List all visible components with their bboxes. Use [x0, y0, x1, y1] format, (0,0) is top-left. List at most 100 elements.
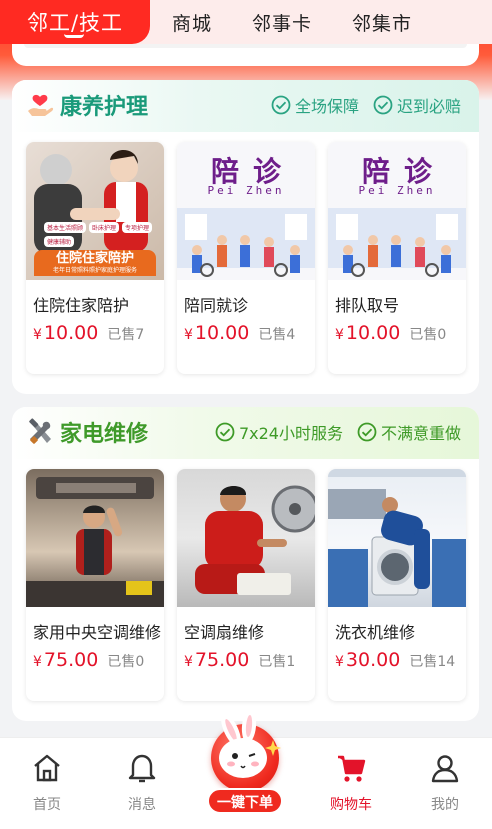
currency-symbol: ¥: [335, 327, 344, 343]
home-icon: [34, 754, 60, 782]
previous-section-card: [12, 44, 479, 66]
repair-section: 家电维修 7x24小时服务 不满意重做 家用中央空调维修 ¥ 75.00 已售0…: [12, 407, 479, 721]
product-name: 住院住家陪护: [33, 296, 130, 315]
rabbit-mascot-icon: [219, 710, 281, 778]
nav-cart-label: 购物车: [330, 797, 372, 813]
price-value: 10.00: [43, 322, 99, 344]
care-section: 康养护理 全场保障 迟到必赔 基本生活照顾 卧床护理 专项护理 健康辅助 住院住…: [12, 80, 479, 394]
nav-home[interactable]: 首页: [12, 752, 82, 814]
tab-mall[interactable]: 商城: [172, 9, 230, 36]
product-price: ¥ 75.00 已售0: [33, 649, 144, 671]
repair-tag-24h-label: 7x24小时服务: [238, 424, 343, 443]
heart-hand-icon: [28, 94, 54, 116]
nav-messages-label: 消息: [128, 797, 156, 813]
service-badges: 基本生活照顾 卧床护理 专项护理 健康辅助: [44, 222, 154, 247]
product-price: ¥ 10.00 已售4: [184, 322, 295, 344]
product-name: 排队取号: [335, 296, 400, 315]
product-image-queue-ticket: 陪诊 Pei Zhen: [328, 142, 466, 280]
technician-photo: [195, 485, 315, 595]
currency-symbol: ¥: [33, 327, 42, 343]
care-section-title-text: 康养护理: [60, 95, 149, 120]
sold-count: 已售4: [258, 327, 296, 343]
product-price: ¥ 30.00 已售14: [335, 649, 455, 671]
repair-tag-24h: 7x24小时服务: [215, 420, 343, 444]
product-banner-subtitle: 老年日常照料照护家庭护理服务: [52, 267, 137, 274]
tab-neighbor-market[interactable]: 邻集市: [352, 9, 430, 36]
currency-symbol: ¥: [33, 654, 42, 670]
nav-profile-label: 我的: [431, 797, 459, 813]
product-name: 家用中央空调维修: [33, 623, 162, 642]
product-card-queue-ticket[interactable]: 陪诊 Pei Zhen 排队取号 ¥ 10.00 已售0: [328, 142, 466, 374]
user-icon: [431, 755, 459, 783]
hospital-illustration: [328, 208, 466, 277]
currency-symbol: ¥: [335, 654, 344, 670]
sold-count: 已售1: [258, 654, 296, 670]
quick-order-label: 一键下单: [207, 788, 283, 814]
care-tags: 全场保障 迟到必赔: [271, 93, 461, 117]
sold-count: 已售0: [107, 654, 145, 670]
product-card-air-cooler[interactable]: 空调扇维修 ¥ 75.00 已售1: [177, 469, 315, 701]
care-tag-guarantee-label: 全场保障: [294, 97, 359, 116]
nav-profile[interactable]: 我的: [410, 752, 480, 814]
price-value: 10.00: [345, 322, 401, 344]
top-tab-bar: 邻工/技工 商城 邻事卡 邻集市: [0, 0, 492, 44]
repair-section-title[interactable]: 家电维修: [26, 417, 148, 447]
repair-item-list: 家用中央空调维修 ¥ 75.00 已售0 空调扇维修 ¥ 75.00 已售1 洗…: [26, 469, 466, 701]
technician-photo: [26, 477, 164, 607]
repair-tags: 7x24小时服务 不满意重做: [215, 420, 461, 444]
product-name: 陪同就诊: [184, 296, 249, 315]
cart-icon: [338, 755, 366, 782]
tab-neighbor-card[interactable]: 邻事卡: [252, 9, 330, 36]
check-circle-icon: [357, 422, 377, 442]
sold-count: 已售0: [409, 327, 447, 343]
product-banner-title: 住院住家陪护: [55, 251, 134, 266]
nav-cart[interactable]: 购物车: [316, 752, 386, 814]
repair-tag-redo: 不满意重做: [357, 420, 461, 444]
care-section-title[interactable]: 康养护理: [26, 90, 148, 120]
tab-workers-label: 邻工/技工: [26, 11, 124, 35]
bell-icon: [128, 754, 156, 783]
product-name: 空调扇维修: [184, 623, 265, 642]
currency-symbol: ¥: [184, 654, 193, 670]
product-image-washing-machine: [328, 469, 466, 607]
check-circle-icon: [271, 95, 291, 115]
repair-section-header: 家电维修 7x24小时服务 不满意重做: [12, 407, 479, 459]
technician-photo: [328, 469, 466, 607]
nav-home-label: 首页: [33, 797, 61, 813]
repair-tag-redo-label: 不满意重做: [380, 424, 461, 443]
product-image-central-ac: [26, 469, 164, 607]
care-section-header: 康养护理 全场保障 迟到必赔: [12, 80, 479, 132]
price-value: 30.00: [345, 649, 401, 671]
price-value: 10.00: [194, 322, 250, 344]
service-badge: 专项护理: [122, 222, 153, 233]
product-card-central-ac[interactable]: 家用中央空调维修 ¥ 75.00 已售0: [26, 469, 164, 701]
care-tag-late: 迟到必赔: [373, 93, 461, 117]
sold-count: 已售7: [107, 327, 145, 343]
hospital-illustration: [177, 208, 315, 277]
price-value: 75.00: [43, 649, 99, 671]
nav-messages[interactable]: 消息: [107, 752, 177, 814]
product-card-accompany-visit[interactable]: 陪诊 Pei Zhen 陪同就诊 ¥ 10.00 已售4: [177, 142, 315, 374]
care-item-list: 基本生活照顾 卧床护理 专项护理 健康辅助 住院住家陪护 老年日常照料照护家庭护…: [26, 142, 466, 374]
product-card-washing-machine[interactable]: 洗衣机维修 ¥ 30.00 已售14: [328, 469, 466, 701]
price-value: 75.00: [194, 649, 250, 671]
repair-section-title-text: 家电维修: [60, 422, 149, 447]
service-badge: 基本生活照顾: [44, 222, 87, 233]
care-tag-guarantee: 全场保障: [271, 93, 359, 117]
service-badge: 健康辅助: [44, 236, 75, 247]
tab-workers[interactable]: 邻工/技工: [0, 0, 150, 44]
active-tab-indicator: [64, 34, 84, 38]
product-image-hospital-care: 基本生活照顾 卧床护理 专项护理 健康辅助 住院住家陪护 老年日常照料照护家庭护…: [26, 142, 164, 280]
wrench-hammer-icon: [29, 418, 51, 444]
sold-count: 已售14: [409, 654, 456, 670]
product-image-accompany-visit: 陪诊 Pei Zhen: [177, 142, 315, 280]
product-price: ¥ 10.00 已售7: [33, 322, 144, 344]
currency-symbol: ¥: [184, 327, 193, 343]
product-name: 洗衣机维修: [335, 623, 416, 642]
quick-order-button[interactable]: 一键下单: [197, 710, 293, 822]
product-card-hospital-care[interactable]: 基本生活照顾 卧床护理 专项护理 健康辅助 住院住家陪护 老年日常照料照护家庭护…: [26, 142, 164, 374]
product-price: ¥ 75.00 已售1: [184, 649, 295, 671]
check-circle-icon: [215, 422, 235, 442]
check-circle-icon: [373, 95, 393, 115]
service-badge: 卧床护理: [89, 222, 120, 233]
